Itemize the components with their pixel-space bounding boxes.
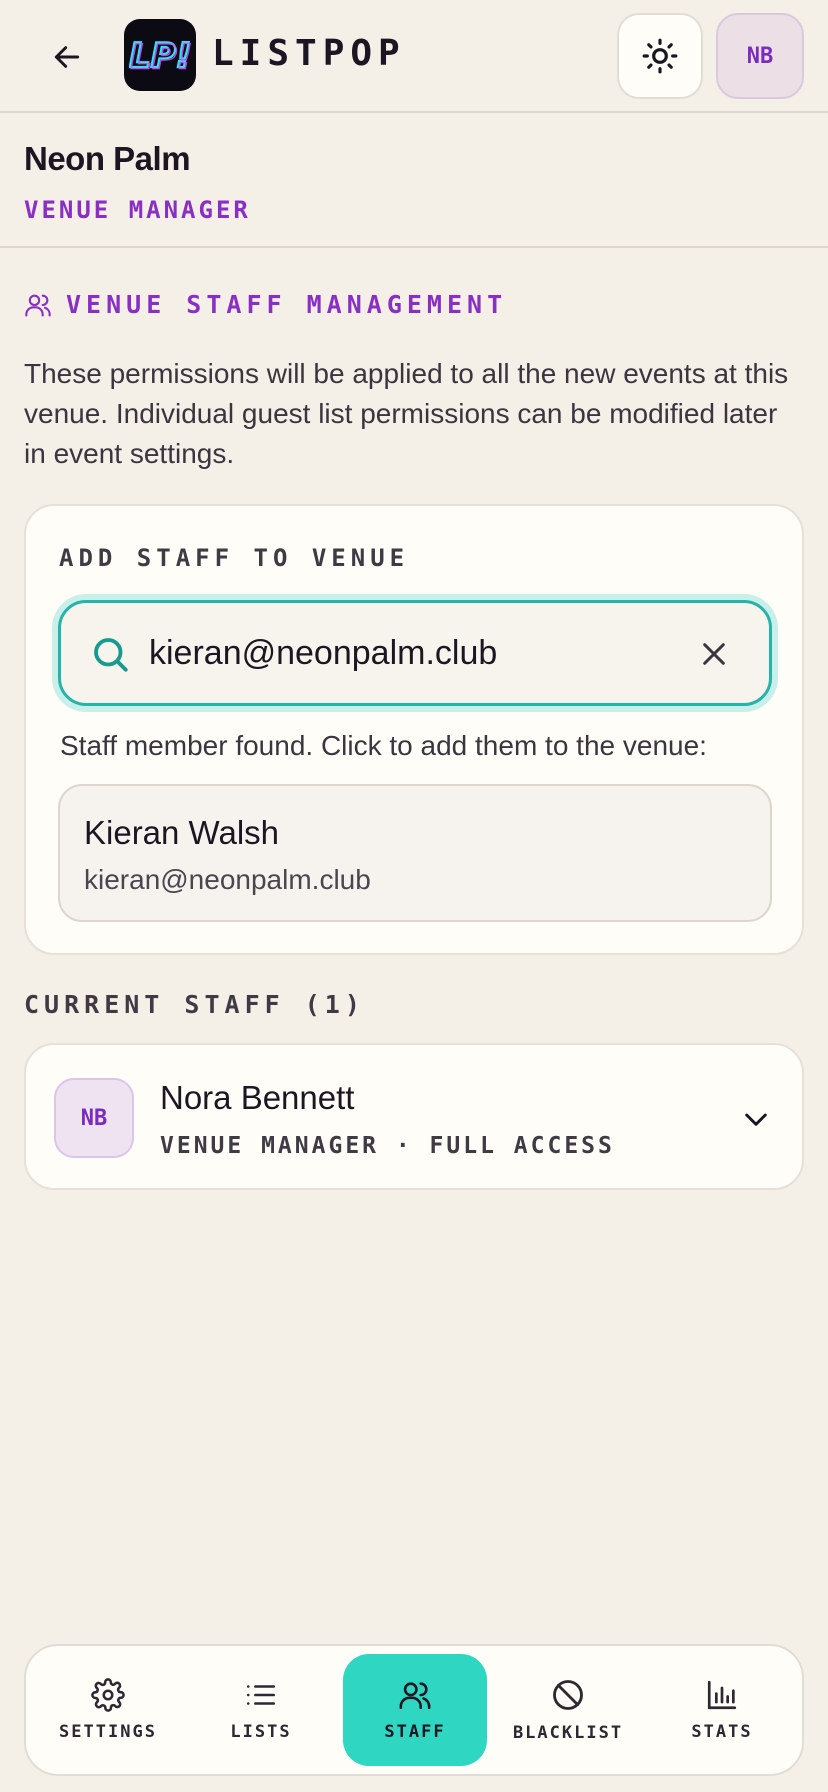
nav-settings[interactable]: SETTINGS (36, 1654, 180, 1766)
nav-lists[interactable]: LISTS (189, 1654, 333, 1766)
venue-name: Neon Palm (24, 140, 191, 177)
sun-icon (642, 38, 678, 74)
section-description: These permissions will be applied to all… (24, 358, 789, 469)
section-header: VENUE STAFF MANAGEMENT (24, 290, 507, 319)
venue-role: VENUE MANAGER (24, 196, 251, 224)
staff-avatar: NB (54, 1078, 134, 1158)
found-staff-name: Kieran Walsh (84, 814, 280, 851)
nav-blacklist-label: BLACKLIST (512, 1723, 624, 1743)
ban-icon (553, 1680, 583, 1710)
staff-name: Nora Bennett (160, 1079, 355, 1116)
bottom-nav: SETTINGS LISTS STAFF BLACKLIST STATS (24, 1644, 804, 1776)
found-staff-email: kieran@neonpalm.club (84, 864, 371, 895)
staff-member-row[interactable]: NB Nora Bennett VENUE MANAGER · FULL ACC… (24, 1043, 804, 1190)
users-icon (399, 1682, 431, 1710)
app-logo: LP! LP! (124, 19, 196, 91)
gear-icon (91, 1678, 125, 1712)
nav-lists-label: LISTS (230, 1722, 292, 1742)
search-result-message: Staff member found. Click to add them to… (60, 730, 707, 761)
add-staff-title: ADD STAFF TO VENUE (59, 544, 410, 572)
nav-blacklist[interactable]: BLACKLIST (496, 1654, 640, 1766)
theme-toggle-button[interactable] (617, 13, 703, 99)
nav-staff[interactable]: STAFF (343, 1654, 487, 1766)
section-title: VENUE STAFF MANAGEMENT (66, 290, 508, 319)
user-avatar-button[interactable]: NB (716, 13, 804, 99)
close-icon (703, 643, 725, 665)
staff-search-input[interactable] (149, 627, 669, 679)
search-field (58, 600, 772, 706)
users-icon (25, 294, 51, 317)
bar-chart-icon (707, 1680, 737, 1710)
found-staff-result[interactable]: Kieran Walsh kieran@neonpalm.club (58, 784, 772, 922)
clear-search-button[interactable] (691, 631, 737, 677)
nav-settings-label: SETTINGS (59, 1722, 157, 1742)
nav-staff-label: STAFF (384, 1722, 446, 1742)
nav-stats-label: STATS (691, 1722, 753, 1742)
chevron-down-icon[interactable] (740, 1103, 772, 1135)
divider (0, 246, 828, 248)
list-icon (246, 1685, 276, 1705)
current-staff-title: CURRENT STAFF (1) (24, 990, 365, 1019)
staff-role: VENUE MANAGER · FULL ACCESS (160, 1133, 615, 1159)
svg-text:LP!: LP! (130, 38, 191, 78)
back-button[interactable] (44, 34, 90, 80)
top-bar: LP! LP! LISTPOP NB (0, 0, 828, 113)
arrow-left-icon (54, 46, 80, 68)
add-staff-card: ADD STAFF TO VENUE Staff member found. C… (24, 504, 804, 955)
search-icon (94, 638, 128, 672)
brand-name: LISTPOP (212, 33, 406, 74)
nav-stats[interactable]: STATS (650, 1654, 794, 1766)
